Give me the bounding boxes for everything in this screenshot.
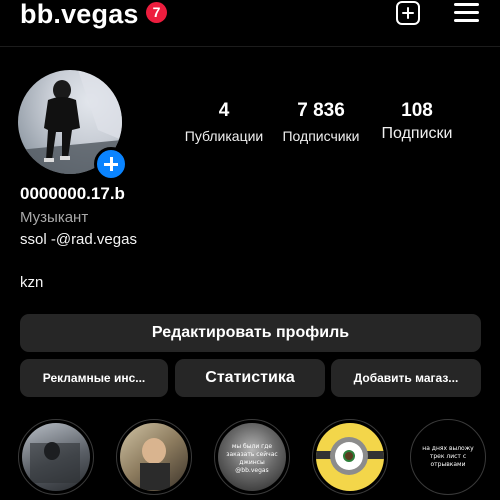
add-shop-button[interactable]: Добавить магаз...: [331, 359, 481, 397]
menu-line: [454, 3, 479, 6]
highlight-caption: мы были где заказать сейчас джинсы @bb.v…: [226, 443, 278, 474]
menu-line: [454, 19, 479, 22]
followers-label: Подписчики: [282, 128, 360, 144]
ad-tools-button[interactable]: Рекламные инс...: [20, 359, 168, 397]
highlight-cover-image: мы были где заказать сейчас джинсы @bb.v…: [218, 423, 286, 491]
story-highlight[interactable]: мы были где заказать сейчас джинсы @bb.v…: [214, 419, 290, 495]
story-highlight[interactable]: [18, 419, 94, 495]
bio-mention[interactable]: ssol -@rad.vegas: [20, 231, 137, 248]
minion-goggle-icon: [330, 437, 368, 475]
posts-count: 4: [218, 100, 230, 121]
stat-following[interactable]: 108 Подписки: [372, 100, 462, 143]
following-label: Подписки: [381, 125, 453, 142]
header-divider: [0, 46, 500, 47]
notification-badge[interactable]: 7: [146, 2, 167, 23]
story-highlight[interactable]: [312, 419, 388, 495]
followers-count: 7 836: [297, 100, 345, 121]
profile-header: bb.vegas 7: [0, 0, 500, 46]
posts-label: Публикации: [184, 128, 264, 144]
hamburger-menu-icon[interactable]: [454, 2, 479, 23]
following-count: 108: [401, 100, 433, 121]
highlight-caption: на днях выложу трек лист с отрывками: [422, 445, 474, 468]
highlight-cover-image: [22, 423, 90, 491]
highlight-cover-image: [120, 423, 188, 491]
bio-location: kzn: [20, 274, 44, 291]
display-name: 0000000.17.b: [20, 184, 125, 203]
profile-category: Музыкант: [20, 209, 89, 226]
menu-line: [454, 11, 479, 14]
stat-followers[interactable]: 7 836 Подписчики: [276, 100, 366, 145]
highlight-cover-image: на днях выложу трек лист с отрывками: [414, 423, 482, 491]
highlight-cover-image: [316, 423, 384, 491]
stat-posts[interactable]: 4 Публикации: [180, 100, 268, 145]
plus-square-icon[interactable]: [396, 1, 420, 25]
story-highlight[interactable]: [116, 419, 192, 495]
statistics-button[interactable]: Статистика: [175, 359, 325, 397]
story-highlight[interactable]: на днях выложу трек лист с отрывками: [410, 419, 486, 495]
username-title[interactable]: bb.vegas: [20, 0, 139, 28]
add-story-plus-icon[interactable]: [94, 147, 128, 181]
edit-profile-button[interactable]: Редактировать профиль: [20, 314, 481, 352]
